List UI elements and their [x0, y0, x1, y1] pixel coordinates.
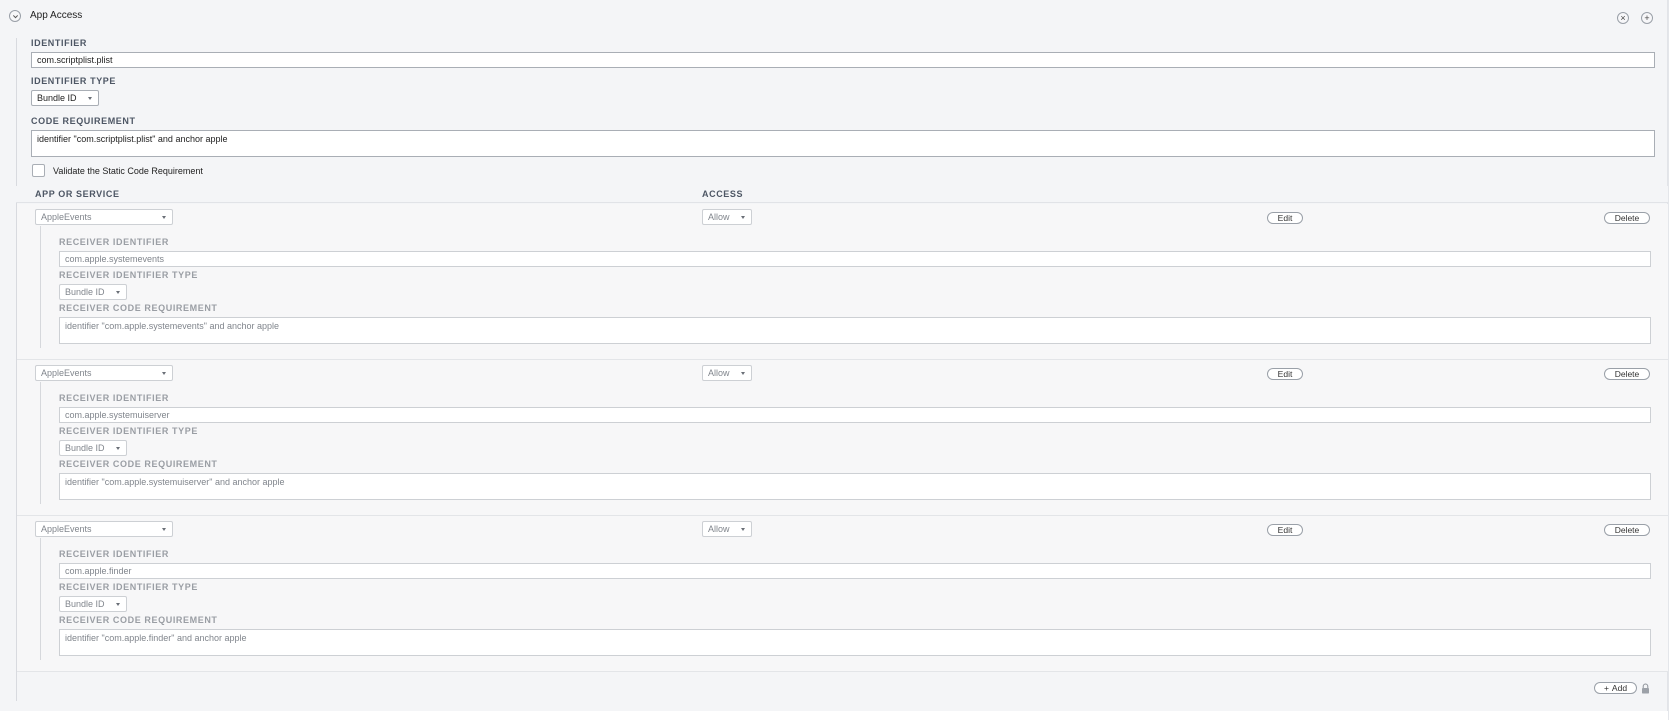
chevron-down-icon	[162, 528, 166, 531]
code-requirement-label: CODE REQUIREMENT	[31, 116, 136, 126]
receiver-identifier-label: RECEIVER IDENTIFIER	[59, 549, 169, 559]
access-select[interactable]: Allow	[702, 365, 752, 381]
identifier-input[interactable]: com.scriptplist.plist	[31, 52, 1655, 68]
receiver-code-requirement-input[interactable]: identifier "com.apple.systemuiserver" an…	[59, 473, 1651, 500]
add-row-button[interactable]: + Add	[1594, 682, 1637, 694]
identifier-label: IDENTIFIER	[31, 38, 88, 48]
validate-checkbox[interactable]	[32, 164, 45, 177]
collapse-button[interactable]	[9, 10, 21, 22]
service-value: AppleEvents	[41, 524, 92, 534]
receiver-identifier-input[interactable]: com.apple.finder	[59, 563, 1651, 579]
receiver-identifier-label: RECEIVER IDENTIFIER	[59, 393, 169, 403]
chevron-down-icon	[741, 372, 745, 375]
receiver-identifier-input[interactable]: com.apple.systemuiserver	[59, 407, 1651, 423]
access-value: Allow	[708, 368, 730, 378]
validate-label: Validate the Static Code Requirement	[53, 166, 203, 176]
delete-button[interactable]: Delete	[1604, 212, 1650, 224]
receiver-identifier-type-label: RECEIVER IDENTIFIER TYPE	[59, 582, 198, 592]
chevron-down-icon	[116, 291, 120, 294]
column-access: ACCESS	[702, 189, 744, 199]
receiver-code-requirement-label: RECEIVER CODE REQUIREMENT	[59, 303, 218, 313]
column-app-or-service: APP OR SERVICE	[35, 189, 120, 199]
table-row: AppleEvents Allow Edit Delete RECEIVER I…	[17, 516, 1668, 672]
plus-icon: +	[1644, 13, 1650, 23]
delete-button[interactable]: Delete	[1604, 368, 1650, 380]
window-edge	[1668, 0, 1669, 720]
table-header: APP OR SERVICE ACCESS	[16, 186, 1668, 203]
chevron-down-icon	[741, 528, 745, 531]
add-section-button[interactable]: +	[1641, 12, 1653, 24]
lock-icon[interactable]	[1641, 683, 1650, 694]
identifier-type-value: Bundle ID	[37, 93, 77, 103]
chevron-down-icon	[88, 97, 92, 100]
service-select[interactable]: AppleEvents	[35, 209, 173, 225]
access-select[interactable]: Allow	[702, 521, 752, 537]
edit-button[interactable]: Edit	[1267, 368, 1303, 380]
service-value: AppleEvents	[41, 212, 92, 222]
access-select[interactable]: Allow	[702, 209, 752, 225]
service-value: AppleEvents	[41, 368, 92, 378]
row-rule	[40, 226, 41, 348]
chevron-down-icon	[162, 216, 166, 219]
receiver-identifier-type-value: Bundle ID	[65, 599, 105, 609]
receiver-identifier-type-select[interactable]: Bundle ID	[59, 284, 127, 300]
row-rule	[40, 538, 41, 660]
receiver-code-requirement-label: RECEIVER CODE REQUIREMENT	[59, 459, 218, 469]
table-row: AppleEvents Allow Edit Delete RECEIVER I…	[17, 204, 1668, 360]
section-title: App Access	[30, 10, 83, 21]
code-requirement-input[interactable]: identifier "com.scriptplist.plist" and a…	[31, 130, 1655, 157]
chevron-down-icon	[12, 14, 18, 18]
table-row: AppleEvents Allow Edit Delete RECEIVER I…	[17, 360, 1668, 516]
chevron-down-icon	[116, 447, 120, 450]
receiver-identifier-type-value: Bundle ID	[65, 287, 105, 297]
receiver-identifier-label: RECEIVER IDENTIFIER	[59, 237, 169, 247]
add-label: Add	[1611, 683, 1628, 693]
edit-button[interactable]: Edit	[1267, 212, 1303, 224]
service-select[interactable]: AppleEvents	[35, 521, 173, 537]
delete-button[interactable]: Delete	[1604, 524, 1650, 536]
receiver-identifier-type-label: RECEIVER IDENTIFIER TYPE	[59, 426, 198, 436]
receiver-identifier-input[interactable]: com.apple.systemevents	[59, 251, 1651, 267]
identifier-type-label: IDENTIFIER TYPE	[31, 76, 117, 86]
close-icon: ×	[1620, 13, 1626, 23]
service-select[interactable]: AppleEvents	[35, 365, 173, 381]
remove-section-button[interactable]: ×	[1617, 12, 1629, 24]
receiver-code-requirement-input[interactable]: identifier "com.apple.systemevents" and …	[59, 317, 1651, 344]
receiver-identifier-type-select[interactable]: Bundle ID	[59, 596, 127, 612]
receiver-identifier-type-select[interactable]: Bundle ID	[59, 440, 127, 456]
chevron-down-icon	[741, 216, 745, 219]
receiver-code-requirement-input[interactable]: identifier "com.apple.finder" and anchor…	[59, 629, 1651, 656]
app-access-panel: App Access × + IDENTIFIER com.scriptplis…	[0, 0, 1668, 711]
plus-icon: +	[1603, 683, 1609, 693]
chevron-down-icon	[162, 372, 166, 375]
receiver-identifier-type-label: RECEIVER IDENTIFIER TYPE	[59, 270, 198, 280]
receiver-code-requirement-label: RECEIVER CODE REQUIREMENT	[59, 615, 218, 625]
identifier-type-select[interactable]: Bundle ID	[31, 90, 99, 106]
access-value: Allow	[708, 212, 730, 222]
receiver-identifier-type-value: Bundle ID	[65, 443, 105, 453]
access-value: Allow	[708, 524, 730, 534]
row-rule	[40, 382, 41, 504]
chevron-down-icon	[116, 603, 120, 606]
edit-button[interactable]: Edit	[1267, 524, 1303, 536]
